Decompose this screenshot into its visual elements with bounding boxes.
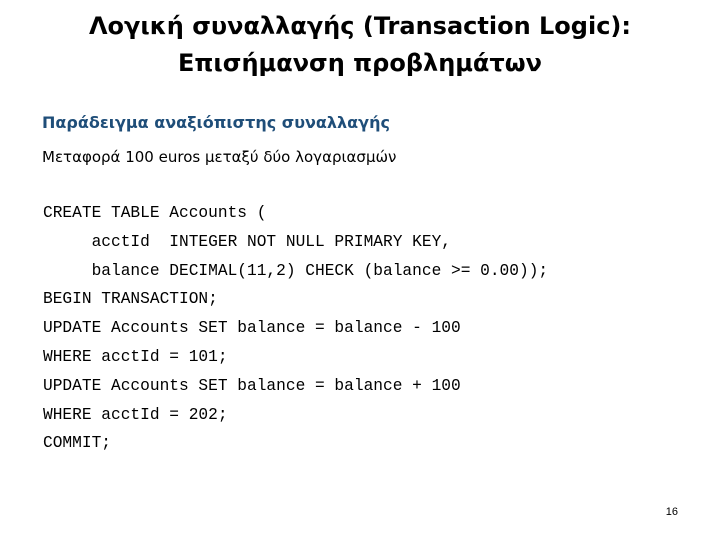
code-line: WHERE acctId = 202; (43, 405, 228, 424)
code-line: WHERE acctId = 101; (43, 347, 228, 366)
sql-code-block: CREATE TABLE Accounts ( acctId INTEGER N… (43, 199, 548, 458)
page-number: 16 (665, 506, 678, 518)
code-line: UPDATE Accounts SET balance = balance + … (43, 376, 461, 395)
code-line: UPDATE Accounts SET balance = balance - … (43, 319, 461, 338)
example-subheading: Παράδειγμα αναξιόπιστης συναλλαγής (42, 113, 390, 132)
code-line: COMMIT; (43, 434, 111, 453)
code-line: BEGIN TRANSACTION; (43, 290, 218, 309)
code-line: acctId INTEGER NOT NULL PRIMARY KEY, (43, 232, 451, 251)
slide-title-line-2: Επισήμανση προβλημάτων (178, 49, 542, 77)
example-description: Μεταφορά 100 euros μεταξύ δύο λογαριασμώ… (42, 148, 397, 166)
slide-title: Λογική συναλλαγής (Transaction Logic): Ε… (0, 8, 720, 82)
slide-title-line-1: Λογική συναλλαγής (Transaction Logic): (88, 12, 631, 40)
code-line: CREATE TABLE Accounts ( (43, 204, 267, 222)
code-line: balance DECIMAL(11,2) CHECK (balance >= … (43, 261, 549, 280)
